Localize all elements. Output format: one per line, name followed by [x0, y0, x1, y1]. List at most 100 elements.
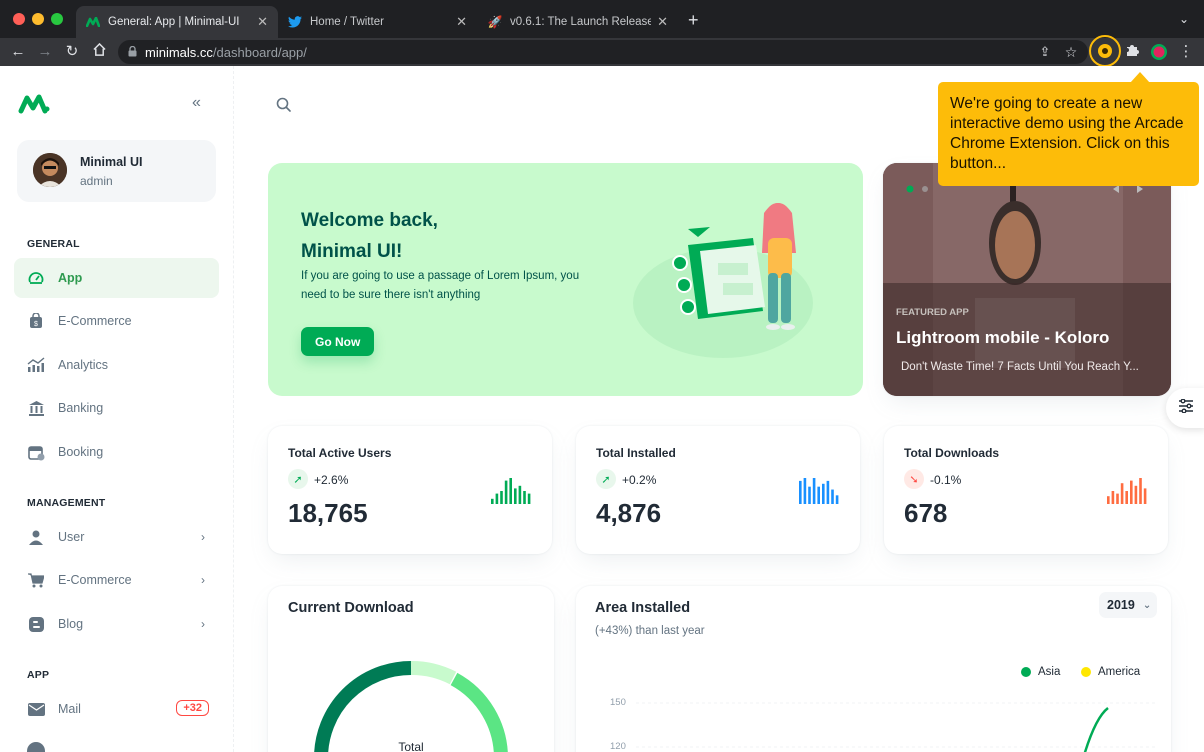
settings-drawer-button[interactable]: [1166, 388, 1204, 428]
current-download-card: Current Download Total: [268, 586, 554, 752]
spark-bar: [518, 485, 522, 504]
stat-title: Total Active Users: [288, 446, 392, 460]
user-icon: [26, 527, 46, 547]
browser-menu-icon[interactable]: ⋮: [1177, 43, 1195, 61]
url-path: /dashboard/app/: [212, 44, 307, 60]
spark-bar: [514, 488, 517, 504]
welcome-title-line: Minimal UI!: [301, 241, 403, 262]
go-now-button[interactable]: Go Now: [301, 327, 375, 356]
twitter-icon: [288, 15, 302, 29]
legend-dot: [1081, 667, 1091, 677]
settings-sliders-icon: [1178, 398, 1194, 418]
sidebar-item-ecommerce-management[interactable]: E-Commerce ›: [14, 560, 219, 600]
chevron-right-icon: ›: [201, 573, 205, 587]
maximize-window-button[interactable]: [51, 13, 63, 25]
browser-tab-twitter[interactable]: Home / Twitter ✕: [278, 6, 477, 38]
sidebar-item-mail[interactable]: Mail +32: [14, 689, 219, 729]
spark-bar: [527, 493, 531, 504]
share-icon[interactable]: ⇪: [1036, 43, 1054, 61]
url-field[interactable]: minimals.cc/dashboard/app/: [118, 40, 1088, 64]
featured-subtitle: Don't Waste Time! 7 Facts Until You Reac…: [901, 361, 1139, 373]
new-tab-button[interactable]: +: [688, 10, 699, 31]
sidebar-item-label: User: [58, 530, 85, 544]
sidebar-item-ecommerce[interactable]: $ E-Commerce: [14, 301, 219, 341]
stat-card-active-users: Total Active Users ➚ +2.6% 18,765: [268, 426, 552, 554]
sidebar-item-label: E-Commerce: [58, 573, 132, 587]
close-tab-icon[interactable]: ✕: [257, 14, 268, 30]
sparkline-downloads: [1107, 478, 1147, 504]
analytics-icon: [26, 355, 46, 375]
spark-bar: [822, 483, 825, 504]
browser-tab-release[interactable]: 🚀 v0.6.1: The Launch Release ✕: [478, 6, 678, 38]
extensions-puzzle-icon[interactable]: [1123, 43, 1141, 61]
avatar: [33, 153, 67, 187]
minimal-logo-icon[interactable]: [18, 94, 50, 119]
spark-bar: [1130, 480, 1133, 504]
y-tick-label: 120: [610, 741, 626, 752]
svg-text:$: $: [34, 321, 38, 328]
spark-bar: [808, 486, 811, 504]
minimize-window-button[interactable]: [32, 13, 44, 25]
sidebar: « Minimal UI admin GENERAL App $ E-Comme…: [0, 66, 234, 752]
spark-bar: [1111, 491, 1115, 504]
sidebar-item-label: Booking: [58, 445, 104, 459]
browser-tab-bar: General: App | Minimal-UI ✕ Home / Twitt…: [0, 0, 1204, 38]
tab-title: v0.6.1: The Launch Release: [510, 16, 652, 28]
sparkline-installed: [799, 478, 839, 504]
sidebar-item-analytics[interactable]: Analytics: [14, 345, 219, 385]
sparkline-active-users: [491, 478, 531, 504]
spark-bar: [1116, 493, 1119, 504]
legend-dot: [1021, 667, 1031, 677]
card-title: Current Download: [288, 600, 414, 616]
close-tab-icon[interactable]: ✕: [657, 14, 668, 30]
spark-bar: [1125, 491, 1128, 504]
donut-chart: [314, 660, 508, 752]
reload-button[interactable]: ↻: [63, 43, 81, 61]
stat-value: 678: [904, 498, 948, 528]
stat-percent: +0.2%: [622, 473, 657, 487]
donut-center-label: Total: [398, 740, 424, 752]
lock-icon: [128, 45, 137, 60]
tab-search-chevron-icon[interactable]: ⌄: [1179, 12, 1189, 26]
stat-value: 18,765: [288, 498, 368, 528]
stat-card-downloads: Total Downloads ➘ -0.1% 678: [884, 426, 1168, 554]
sidebar-item-booking[interactable]: Booking: [14, 432, 219, 472]
bank-icon: [26, 398, 46, 418]
forward-button[interactable]: →: [36, 43, 54, 61]
mail-icon: [26, 699, 46, 719]
sidebar-item-user[interactable]: User ›: [14, 517, 219, 557]
sidebar-item-app[interactable]: App: [14, 258, 219, 298]
close-window-button[interactable]: [13, 13, 25, 25]
extension-highlight-ring: [1089, 35, 1121, 67]
home-button[interactable]: [90, 42, 108, 61]
series-line-asia: [1083, 707, 1109, 752]
welcome-title-line: Welcome back,: [301, 210, 438, 231]
url-host: minimals.cc: [145, 44, 213, 60]
browser-tab-app[interactable]: General: App | Minimal-UI ✕: [76, 6, 278, 38]
sidebar-item-blog[interactable]: Blog ›: [14, 604, 219, 644]
stat-value: 4,876: [596, 498, 662, 528]
sidebar-item-banking[interactable]: Banking: [14, 388, 219, 428]
browser-address-bar: ← → ↻ minimals.cc/dashboard/app/ ⇪ ☆ ⋮: [0, 38, 1204, 66]
collapse-sidebar-icon[interactable]: «: [192, 94, 201, 112]
spark-bar: [1107, 496, 1110, 504]
card-title: Area Installed: [595, 600, 691, 616]
featured-app-card[interactable]: FEATURED APP Lightroom mobile - Koloro D…: [883, 163, 1171, 396]
year-select[interactable]: 2019 ⌄: [1099, 592, 1157, 618]
search-icon[interactable]: [276, 97, 291, 117]
close-tab-icon[interactable]: ✕: [456, 14, 467, 30]
bookmark-star-icon[interactable]: ☆: [1062, 43, 1080, 61]
profile-avatar-icon[interactable]: [1150, 43, 1168, 61]
chat-icon[interactable]: [27, 742, 45, 752]
area-chart-plot: [636, 702, 1156, 752]
stat-percent: +2.6%: [314, 473, 349, 487]
featured-kicker: FEATURED APP: [896, 307, 969, 318]
back-button[interactable]: ←: [9, 43, 27, 61]
account-card[interactable]: Minimal UI admin: [17, 140, 216, 202]
nav-section-general: GENERAL: [27, 238, 80, 250]
legend-label: Asia: [1038, 666, 1061, 678]
sidebar-item-label: E-Commerce: [58, 314, 132, 328]
tab-title: General: App | Minimal-UI: [108, 16, 240, 28]
y-tick-label: 150: [610, 697, 626, 708]
nav-section-management: MANAGEMENT: [27, 497, 106, 509]
